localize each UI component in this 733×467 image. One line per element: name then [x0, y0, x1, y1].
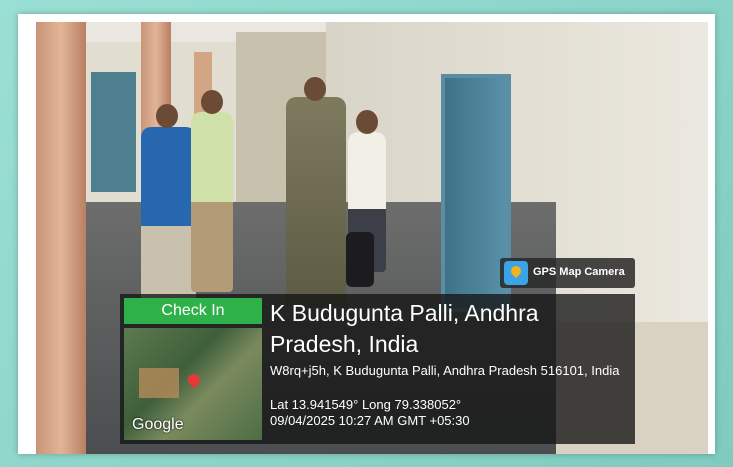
- map-thumbnail[interactable]: Google: [124, 328, 262, 440]
- person-head: [304, 77, 326, 101]
- location-title: K Budugunta Palli, Andhra Pradesh, India: [270, 300, 539, 357]
- person-head: [156, 104, 178, 128]
- person-head: [201, 90, 223, 114]
- person-blue-shirt: [141, 127, 196, 307]
- map-pin-icon: [185, 371, 203, 389]
- coordinates: Lat 13.941549° Long 79.338052°: [270, 397, 462, 412]
- timestamp: 09/04/2025 10:27 AM GMT +05:30: [270, 413, 470, 428]
- location-address: W8rq+j5h, K Budugunta Palli, Andhra Prad…: [270, 363, 620, 378]
- person-head: [356, 110, 378, 134]
- person-uniform: [286, 97, 346, 307]
- google-logo: Google: [132, 416, 184, 433]
- badge-label: GPS Map Camera: [533, 266, 625, 278]
- gps-map-camera-icon: [504, 261, 528, 285]
- person-green-shirt: [191, 112, 233, 292]
- pillar: [36, 22, 86, 454]
- check-in-button[interactable]: Check In: [124, 298, 262, 324]
- gps-map-camera-badge: GPS Map Camera: [500, 258, 635, 288]
- black-bag: [346, 232, 374, 287]
- left-door: [91, 72, 136, 192]
